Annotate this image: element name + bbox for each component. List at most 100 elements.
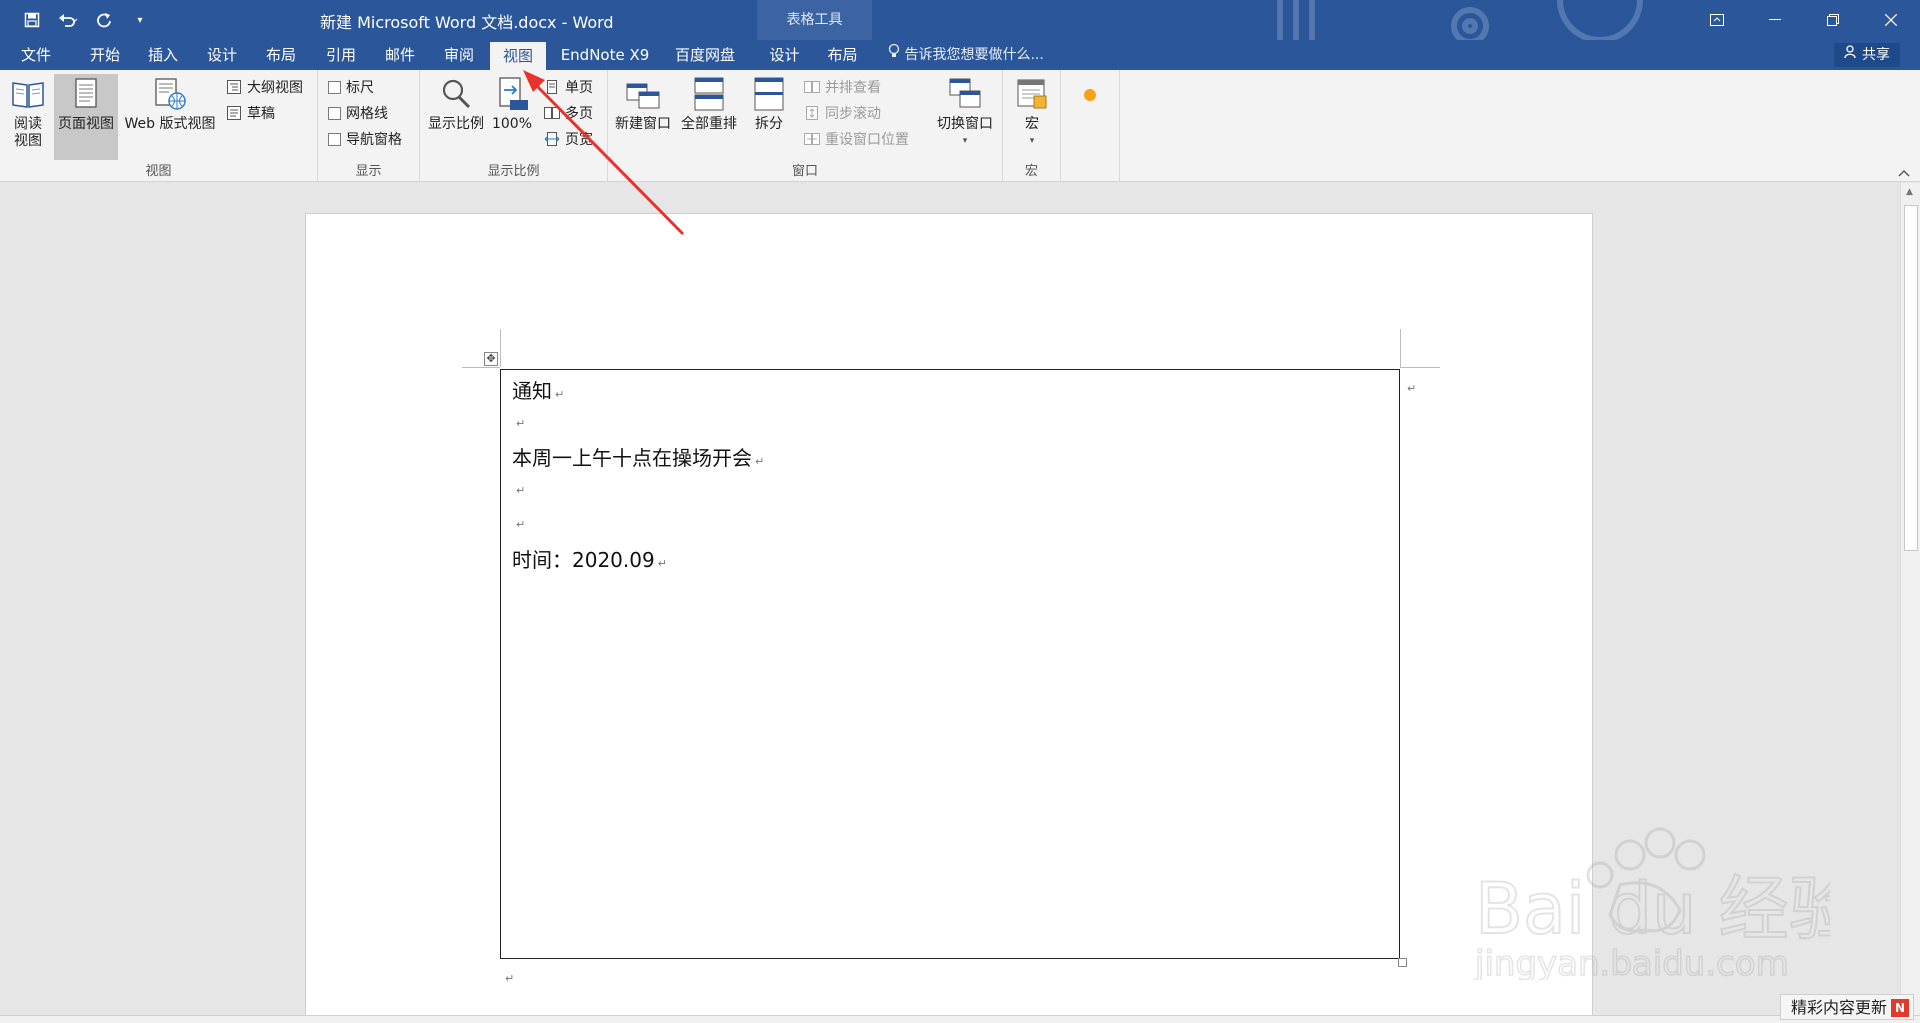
arrange-all-icon	[694, 77, 724, 111]
zoom-100-button[interactable]: 100%	[490, 74, 534, 133]
sync-scroll-button[interactable]: 同步滚动	[804, 102, 881, 124]
tab-view[interactable]: 视图	[490, 42, 546, 70]
draft-icon	[227, 106, 241, 120]
after-table-paragraph-mark: ↵	[505, 972, 515, 985]
switch-windows-button[interactable]: 切换窗口 ▾	[932, 74, 998, 150]
paragraph-mark: ↵	[657, 557, 667, 570]
new-window-button[interactable]: 新建窗口	[612, 74, 674, 133]
magnifier-icon	[442, 79, 471, 109]
group-window: 新建窗口 全部重排 拆分 并排查看 同步滚动 重设窗口位置 切换窗口 ▾ 窗口	[608, 70, 1003, 182]
crop-mark	[500, 329, 501, 367]
switch-windows-dropdown-icon: ▾	[962, 136, 968, 146]
draft-button[interactable]: 草稿	[226, 102, 275, 124]
undo-icon[interactable]	[54, 6, 82, 34]
page-width-button[interactable]: 页宽	[544, 128, 593, 150]
arrange-all-button[interactable]: 全部重排	[678, 74, 740, 133]
tab-file[interactable]: 文件	[10, 40, 62, 70]
zoom-button[interactable]: 显示比例	[426, 74, 486, 133]
reset-window-position-button[interactable]: 重设窗口位置	[804, 128, 909, 150]
doc-line-body[interactable]: 本周一上午十点在操场开会 ↵	[512, 442, 764, 471]
doc-line-date[interactable]: 时间：2020.09 ↵	[512, 544, 667, 573]
save-icon[interactable]	[18, 6, 46, 34]
collapse-ribbon-icon[interactable]	[1898, 169, 1910, 177]
arrange-all-label: 全部重排	[681, 116, 737, 132]
tell-me-text: 告诉我您想要做什么...	[904, 47, 1044, 63]
sync-scroll-label: 同步滚动	[825, 106, 881, 122]
zoom-label: 显示比例	[428, 116, 484, 132]
view-side-by-side-button[interactable]: 并排查看	[804, 76, 881, 98]
addin-dot-icon[interactable]	[1083, 88, 1097, 102]
baidu-watermark: Bai du 经验 jingyan.baidu.com	[1473, 827, 1830, 980]
split-button[interactable]: 拆分	[744, 74, 794, 133]
one-page-button[interactable]: 单页	[544, 76, 593, 98]
group-addin	[1061, 70, 1120, 182]
outline-label: 大纲视图	[247, 80, 303, 96]
one-page-icon	[547, 80, 557, 94]
macros-dropdown-icon: ▾	[1029, 136, 1035, 146]
multiple-pages-label: 多页	[565, 106, 593, 122]
empty-paragraph-mark: ↵	[516, 518, 526, 531]
customize-toolbar-icon[interactable]: ▾	[126, 6, 154, 34]
nav-pane-checkbox[interactable]: 导航窗格	[328, 128, 402, 150]
read-mode-button[interactable]: 阅读 视图	[6, 74, 50, 150]
status-bar	[0, 1015, 1920, 1023]
ribbon-display-options-icon[interactable]	[1688, 0, 1746, 40]
macro-icon	[1017, 79, 1047, 109]
ruler-checkbox-box	[328, 80, 341, 94]
nav-pane-label: 导航窗格	[346, 132, 402, 148]
tab-design[interactable]: 设计	[197, 40, 247, 70]
group-show-label: 显示	[355, 164, 382, 179]
new-window-label: 新建窗口	[615, 116, 671, 132]
macros-button[interactable]: 宏 ▾	[1011, 74, 1053, 150]
scroll-up-icon[interactable]: ▲	[1906, 187, 1913, 197]
print-layout-label: 页面视图	[58, 116, 114, 132]
draft-label: 草稿	[247, 106, 275, 122]
restore-icon[interactable]	[1804, 0, 1862, 40]
web-layout-label: Web 版式视图	[124, 116, 216, 132]
gridlines-checkbox[interactable]: 网格线	[328, 102, 388, 124]
tab-table-layout[interactable]: 布局	[815, 40, 870, 70]
table-move-handle-icon[interactable]: ✥	[484, 352, 498, 366]
tab-baidu-netdisk[interactable]: 百度网盘	[665, 40, 745, 70]
tell-me-search[interactable]: 告诉我您想要做什么...	[888, 40, 1044, 70]
outline-button[interactable]: 大纲视图	[226, 76, 303, 98]
tab-home[interactable]: 开始	[80, 40, 130, 70]
doc-line-heading[interactable]: 通知 ↵	[512, 375, 564, 404]
empty-paragraph-mark: ↵	[516, 484, 526, 497]
scrollbar-thumb[interactable]	[1904, 205, 1918, 551]
close-icon[interactable]	[1862, 0, 1920, 40]
tab-table-design[interactable]: 设计	[757, 40, 812, 70]
read-mode-label: 阅读 视图	[14, 116, 42, 149]
table-resize-handle[interactable]	[1398, 958, 1407, 967]
side-by-side-icon	[804, 81, 820, 93]
page-width-icon	[544, 132, 560, 146]
tab-mailings[interactable]: 邮件	[375, 40, 425, 70]
tab-review[interactable]: 审阅	[434, 40, 484, 70]
share-label: 共享	[1862, 47, 1890, 63]
share-button[interactable]: 共享	[1833, 43, 1900, 67]
vertical-scrollbar[interactable]: ▲	[1900, 183, 1920, 1015]
group-macros: 宏 ▾ 宏	[1003, 70, 1061, 182]
tab-endnote[interactable]: EndNote X9	[555, 40, 655, 70]
print-layout-button[interactable]: 页面视图	[54, 74, 118, 160]
title-decoration	[1277, 0, 1643, 40]
minimize-icon[interactable]	[1746, 0, 1804, 40]
redo-icon[interactable]	[90, 6, 118, 34]
group-window-label: 窗口	[791, 164, 818, 179]
ribbon-view-panel: 阅读 视图 页面视图 Web 版式视图 大纲视图 草稿 视图 标尺 网格线 导航…	[0, 70, 1920, 182]
content-update-badge[interactable]: 精彩内容更新 N	[1779, 994, 1914, 1020]
split-label: 拆分	[755, 116, 783, 132]
tab-insert[interactable]: 插入	[138, 40, 188, 70]
paragraph-mark: ↵	[555, 388, 565, 401]
web-layout-button[interactable]: Web 版式视图	[120, 74, 220, 133]
crop-mark	[1400, 367, 1440, 368]
zoom-100-label: 100%	[491, 116, 533, 132]
crop-mark	[462, 367, 500, 368]
ribbon-tab-bar: 文件 开始 插入 设计 布局 引用 邮件 审阅 视图 EndNote X9 百度…	[0, 40, 1920, 70]
watermark-text: Bai du 经验	[1475, 868, 1830, 950]
tab-references[interactable]: 引用	[316, 40, 366, 70]
new-window-icon	[626, 83, 660, 109]
multiple-pages-button[interactable]: 多页	[544, 102, 593, 124]
tab-layout[interactable]: 布局	[256, 40, 306, 70]
ruler-checkbox[interactable]: 标尺	[328, 76, 374, 98]
